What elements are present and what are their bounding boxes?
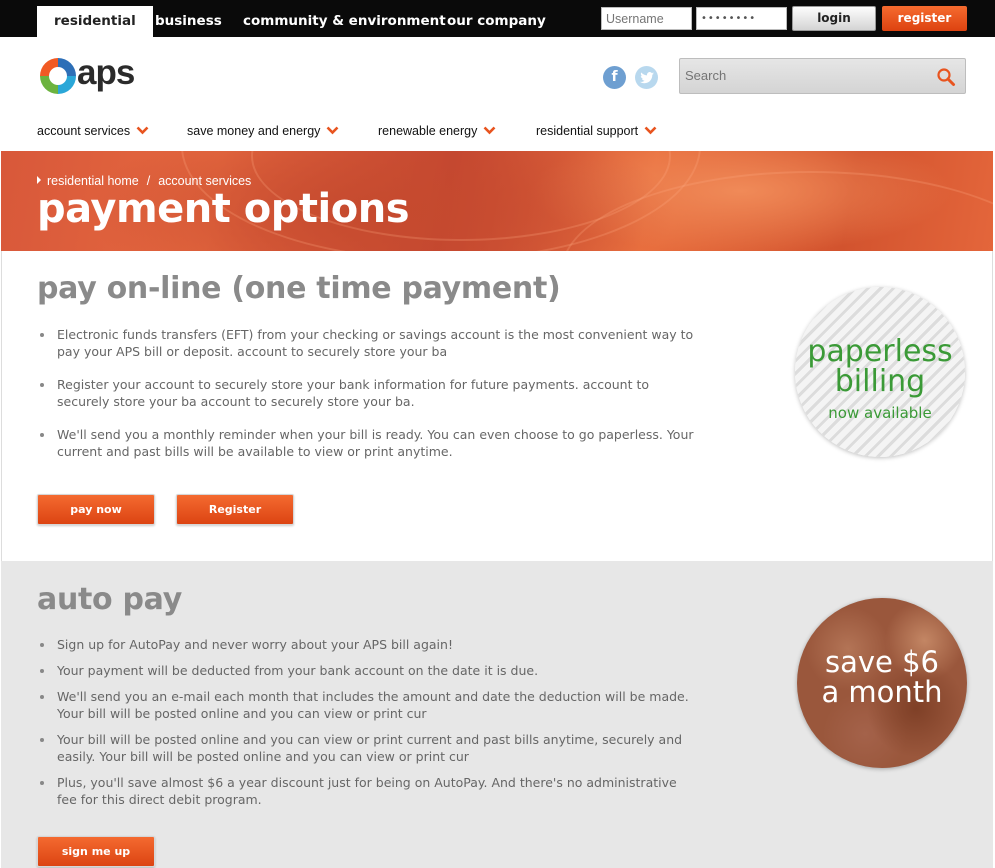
badge-subtext: now available bbox=[828, 404, 932, 422]
nav-label: residential support bbox=[536, 124, 639, 138]
chevron-down-icon bbox=[483, 126, 496, 135]
save-badge[interactable]: save $6 a month bbox=[797, 598, 967, 768]
aps-logo-icon bbox=[40, 58, 76, 94]
nav-residential-support[interactable]: residential support bbox=[536, 124, 657, 138]
auto-pay-title: auto pay bbox=[37, 582, 182, 617]
badge-line: a month bbox=[821, 675, 943, 709]
register-button[interactable]: Register bbox=[176, 494, 294, 525]
nav-label: renewable energy bbox=[378, 124, 478, 138]
tab-community-environment[interactable]: community & environment bbox=[226, 6, 463, 37]
chevron-down-icon bbox=[327, 126, 339, 135]
search-icon[interactable] bbox=[936, 67, 956, 87]
search-box bbox=[679, 58, 966, 94]
breadcrumb-arrow-icon bbox=[37, 176, 41, 184]
list-item: Plus, you'll save almost $6 a year disco… bbox=[40, 774, 700, 808]
badge-line: save $6 bbox=[824, 645, 939, 679]
chevron-down-icon bbox=[136, 126, 149, 135]
password-field[interactable]: •••••••• bbox=[696, 7, 787, 30]
facebook-icon[interactable]: f bbox=[603, 66, 626, 89]
pay-online-title: pay on-line (one time payment) bbox=[37, 271, 561, 306]
tab-business[interactable]: business bbox=[138, 6, 239, 37]
nav-renewable-energy[interactable]: renewable energy bbox=[378, 124, 496, 138]
list-item: Your bill will be posted online and you … bbox=[40, 731, 700, 765]
auto-pay-list: Sign up for AutoPay and never worry abou… bbox=[40, 636, 700, 817]
search-input[interactable] bbox=[685, 68, 915, 83]
list-item: We'll send you an e-mail each month that… bbox=[40, 688, 700, 722]
nav-label: save money and energy bbox=[187, 124, 321, 138]
login-button[interactable]: login bbox=[792, 6, 876, 31]
paperless-billing-badge[interactable]: paperless billing now available bbox=[795, 287, 965, 457]
pay-now-button[interactable]: pay now bbox=[37, 494, 155, 525]
register-top-button[interactable]: register bbox=[882, 6, 967, 31]
pay-online-list: Electronic funds transfers (EFT) from yo… bbox=[40, 326, 700, 476]
badge-line: billing bbox=[834, 364, 926, 399]
nav-save-money-energy[interactable]: save money and energy bbox=[187, 124, 339, 138]
username-field[interactable] bbox=[601, 7, 692, 30]
list-item: Register your account to securely store … bbox=[40, 376, 700, 410]
nav-label: account services bbox=[37, 124, 131, 138]
list-item: Sign up for AutoPay and never worry abou… bbox=[40, 636, 700, 653]
list-item: Electronic funds transfers (EFT) from yo… bbox=[40, 326, 700, 360]
top-bar: residential business community & environ… bbox=[0, 0, 995, 37]
page-title: payment options bbox=[37, 186, 410, 232]
badge-line: paperless bbox=[807, 334, 953, 369]
logo-text: aps bbox=[77, 53, 135, 92]
chevron-down-icon bbox=[644, 126, 657, 135]
sign-me-up-button[interactable]: sign me up bbox=[37, 836, 155, 867]
tab-our-company[interactable]: our company bbox=[430, 6, 563, 37]
tab-residential[interactable]: residential bbox=[37, 6, 153, 37]
list-item: Your payment will be deducted from your … bbox=[40, 662, 700, 679]
twitter-icon[interactable] bbox=[635, 66, 658, 89]
list-item: We'll send you a monthly reminder when y… bbox=[40, 426, 700, 460]
nav-account-services[interactable]: account services bbox=[37, 124, 149, 138]
